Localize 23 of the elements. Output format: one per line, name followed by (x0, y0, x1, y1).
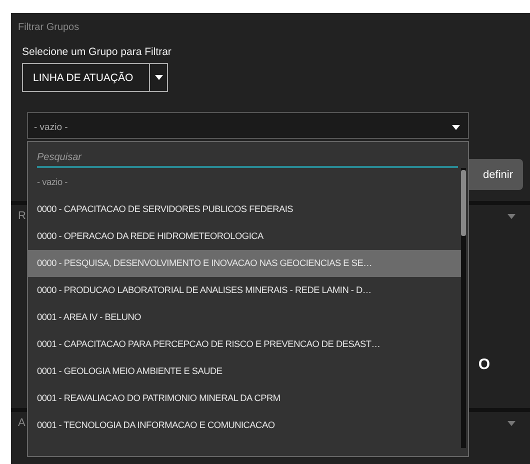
dropdown-option[interactable]: - vazio - (28, 169, 463, 196)
panel-title: Filtrar Grupos (17, 21, 80, 35)
group-select[interactable]: LINHA DE ATUAÇÃO (22, 63, 168, 92)
search-field[interactable]: Pesquisar (37, 148, 458, 168)
scrollbar[interactable] (461, 168, 466, 448)
caret-icon[interactable] (507, 420, 516, 426)
dropdown-option[interactable]: 0001 - AREA IV - BELUNO (28, 304, 463, 331)
section-title: R (18, 210, 26, 222)
dropdown-option[interactable]: 0000 - PRODUCAO LABORATORIAL DE ANALISES MINERAIS - REDE LAMIN - D… (28, 277, 463, 304)
dropdown-option[interactable]: 0001 - GEOLOGIA MEIO AMBIENTE E SAUDE (28, 358, 463, 385)
value-select[interactable]: - vazio - (27, 112, 469, 139)
dropdown-option[interactable]: 0000 - CAPACITACAO DE SERVIDORES PUBLICOS FEDERAIS (28, 196, 463, 223)
caret-icon (452, 125, 460, 130)
section-title: A (18, 417, 26, 429)
dropdown-option[interactable]: 0001 - CAPACITACAO PARA PERCEPCAO DE RISCO E PREVENCAO DE DESAST… (28, 331, 463, 358)
caret-icon (154, 75, 162, 80)
caret-icon[interactable] (507, 214, 516, 218)
dropdown-option[interactable]: 0001 - REAVALIACAO DO PATRIMONIO MINERAL DA CPRM (28, 385, 463, 412)
big-text: O (478, 356, 490, 373)
group-label: Selecione um Grupo para Filtrar (21, 45, 172, 59)
dropdown-option[interactable]: 0001 - TECNOLOGIA DA INFORMACAO E COMUNICACAO (28, 412, 463, 439)
dropdown-option[interactable]: 0000 - OPERACAO DA REDE HIDROMETEOROLOGICA (28, 223, 463, 250)
dropdown-option[interactable]: 0000 - PESQUISA, DESENVOLVIMENTO E INOVACAO NAS GEOCIENCIAS E SE… (28, 250, 463, 277)
